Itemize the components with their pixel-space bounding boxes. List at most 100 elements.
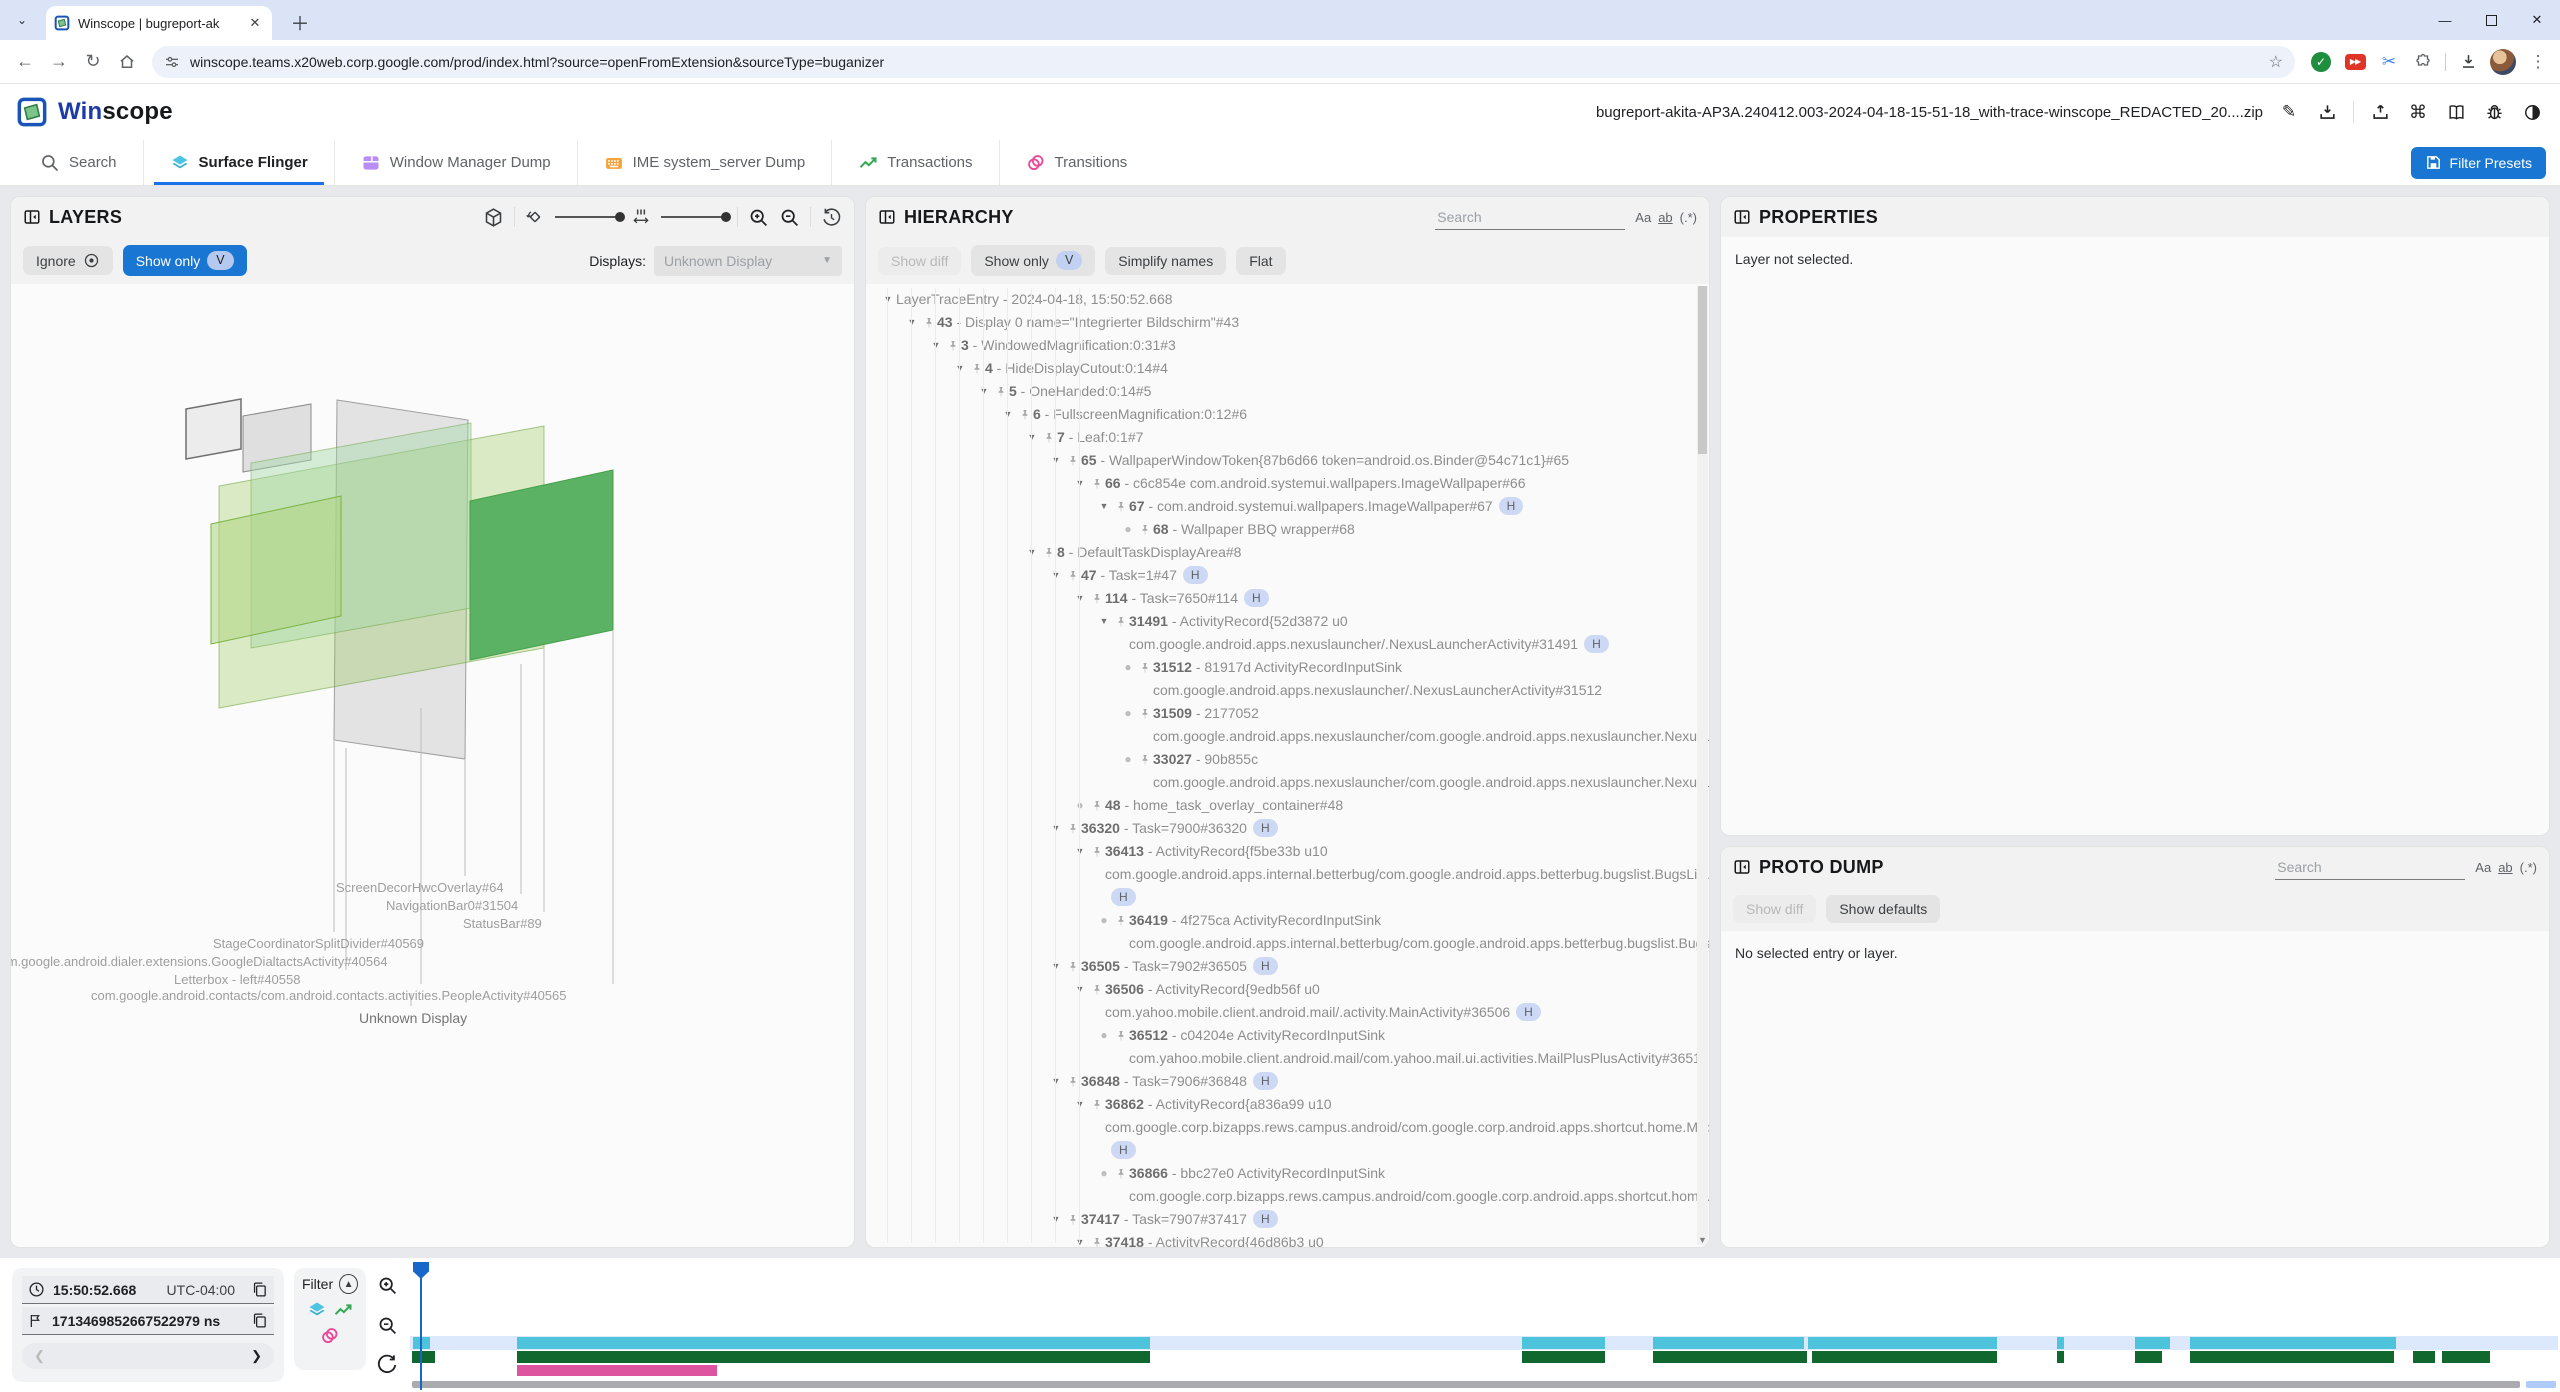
dark-mode-icon[interactable] <box>2520 100 2544 124</box>
tree-row[interactable]: ▼ 65 - WallpaperWindowToken{87b6d66 toke… <box>866 449 1709 472</box>
tree-row[interactable]: ▼ 3 - WindowedMagnification:0:31#3 <box>866 334 1709 357</box>
pin-icon[interactable] <box>1136 748 1153 767</box>
trace-tab-window-manager-dump[interactable]: Window Manager Dump <box>334 140 577 185</box>
show-only-visible-button[interactable]: Show only V <box>971 245 1095 276</box>
trace-tab-transitions[interactable]: Transitions <box>999 140 1154 185</box>
transition-segment[interactable] <box>517 1365 717 1376</box>
leaf-bullet-icon[interactable]: ● <box>1120 518 1136 541</box>
leaf-bullet-icon[interactable]: ● <box>1120 656 1136 679</box>
extension-check-icon[interactable]: ✓ <box>2309 50 2333 74</box>
pin-icon[interactable] <box>1088 840 1105 859</box>
downloads-icon[interactable] <box>2456 50 2480 74</box>
tree-row[interactable]: ▼ 7 - Leaf:0:1#7 <box>866 426 1709 449</box>
regex-icon[interactable]: (.*) <box>1680 210 1697 225</box>
transactions-trace-segment[interactable] <box>1653 1351 1807 1363</box>
expander-icon[interactable]: ▼ <box>952 357 968 380</box>
documentation-icon[interactable] <box>2444 100 2468 124</box>
tree-row[interactable]: ▼ 47 - Task=1#47H <box>866 564 1709 587</box>
sf-trace-segment[interactable] <box>2135 1337 2170 1349</box>
expander-icon[interactable]: ▼ <box>1096 610 1112 633</box>
transactions-trace-segment[interactable] <box>1522 1351 1605 1363</box>
browser-menu-icon[interactable]: ⋮ <box>2526 50 2550 74</box>
pin-icon[interactable] <box>1112 1024 1129 1043</box>
match-case-icon[interactable]: Aa <box>2475 860 2491 875</box>
tree-row[interactable]: ▼ 36505 - Task=7902#36505H <box>866 955 1709 978</box>
expander-icon[interactable]: ▼ <box>1072 587 1088 610</box>
trace-tab-ime-system-server-dump[interactable]: IME system_server Dump <box>577 140 832 185</box>
displays-dropdown[interactable]: Unknown Display ▼ <box>654 246 842 276</box>
expander-icon[interactable]: ▼ <box>1048 564 1064 587</box>
tree-row[interactable]: ▼ 66 - c6c854e com.android.systemui.wall… <box>866 472 1709 495</box>
timeline-track-area[interactable]: ▲ <box>410 1262 2558 1392</box>
proto-search-input[interactable] <box>2275 855 2465 880</box>
leaf-bullet-icon[interactable]: ● <box>1120 702 1136 725</box>
transactions-trace-segment[interactable] <box>2413 1351 2435 1363</box>
pin-icon[interactable] <box>1112 1162 1129 1181</box>
expander-icon[interactable]: ▼ <box>976 380 992 403</box>
transactions-trace-segment[interactable] <box>2057 1351 2064 1363</box>
leaf-bullet-icon[interactable]: ● <box>1096 909 1112 932</box>
shortcuts-icon[interactable]: ⌘ <box>2406 100 2430 124</box>
sf-trace-segment[interactable] <box>1522 1337 1605 1349</box>
timeline-zoom-out-icon[interactable] <box>374 1312 400 1338</box>
flat-button[interactable]: Flat <box>1236 247 1285 275</box>
expander-icon[interactable]: ▼ <box>904 311 920 334</box>
tree-row[interactable]: ▼ 31491 - ActivityRecord{52d3872 u0 com.… <box>866 610 1709 656</box>
rotation-slider[interactable] <box>555 216 621 218</box>
timeline-scrollbar[interactable] <box>412 1381 2520 1388</box>
tree-row[interactable]: ▼ 43 - Display 0 name="Integrierter Bild… <box>866 311 1709 334</box>
expander-icon[interactable]: ▼ <box>1072 1231 1088 1247</box>
pin-icon[interactable] <box>1136 702 1153 721</box>
sf-trace-segment[interactable] <box>517 1337 1150 1349</box>
expander-icon[interactable]: ▼ <box>1048 449 1064 472</box>
sf-trace-segment[interactable] <box>2057 1337 2064 1349</box>
profile-avatar[interactable] <box>2490 49 2516 75</box>
maximize-button[interactable] <box>2468 0 2514 40</box>
tree-row[interactable]: ▼ 36413 - ActivityRecord{f5be33b u10 com… <box>866 840 1709 909</box>
extension-red-icon[interactable]: ▶▶ <box>2343 50 2367 74</box>
new-tab-button[interactable]: ＋ <box>286 8 314 36</box>
pin-icon[interactable] <box>1088 472 1105 491</box>
tree-row[interactable]: ● 36512 - c04204e ActivityRecordInputSin… <box>866 1024 1709 1070</box>
pin-icon[interactable] <box>1136 656 1153 675</box>
tree-row[interactable]: ▼ 5 - OneHanded:0:14#5 <box>866 380 1709 403</box>
tree-row[interactable]: ● 36866 - bbc27e0 ActivityRecordInputSin… <box>866 1162 1709 1208</box>
expander-icon[interactable]: ▼ <box>880 288 896 311</box>
timeline-reset-zoom-icon[interactable] <box>374 1352 400 1378</box>
report-bug-icon[interactable] <box>2482 100 2506 124</box>
collapse-panel-icon[interactable] <box>878 208 896 226</box>
timeline-cursor-marker[interactable] <box>413 1262 429 1279</box>
home-icon[interactable] <box>112 47 142 77</box>
ns-time-row[interactable]: 1713469852667522979 ns <box>22 1307 274 1335</box>
tree-row[interactable]: ● 31509 - 2177052 com.google.android.app… <box>866 702 1709 748</box>
view-3d-icon[interactable] <box>483 207 504 228</box>
expander-icon[interactable]: ▼ <box>1000 403 1016 426</box>
tree-row[interactable]: ▼ 114 - Task=7650#114H <box>866 587 1709 610</box>
forward-icon[interactable]: → <box>44 47 74 77</box>
tree-row[interactable]: ▼ 37417 - Task=7907#37417H <box>866 1208 1709 1231</box>
tree-row[interactable]: ▼ 36320 - Task=7900#36320H <box>866 817 1709 840</box>
url-text[interactable]: winscope.teams.x20web.corp.google.com/pr… <box>190 54 2259 70</box>
spacing-slider[interactable] <box>661 216 727 218</box>
tree-row[interactable]: ▼ 67 - com.android.systemui.wallpapers.I… <box>866 495 1709 518</box>
tree-row[interactable]: ▼ LayerTraceEntry - 2024-04-18, 15:50:52… <box>866 288 1709 311</box>
close-window-button[interactable]: ✕ <box>2514 0 2560 40</box>
tree-row[interactable]: ▼ 36506 - ActivityRecord{9edb56f u0 com.… <box>866 978 1709 1024</box>
transactions-trace-segment[interactable] <box>2190 1351 2394 1363</box>
expander-icon[interactable]: ▼ <box>1024 541 1040 564</box>
collapse-panel-icon[interactable] <box>1733 208 1751 226</box>
copy-ns-icon[interactable] <box>251 1312 268 1329</box>
collapse-panel-icon[interactable] <box>23 208 41 226</box>
tree-row[interactable]: ● 31512 - 81917d ActivityRecordInputSink… <box>866 656 1709 702</box>
upload-icon[interactable] <box>2368 100 2392 124</box>
leaf-bullet-icon[interactable]: ● <box>1120 748 1136 771</box>
transactions-trace-segment[interactable] <box>517 1351 1150 1363</box>
tab-list-chevron-icon[interactable]: ⌄ <box>8 6 36 34</box>
tree-row[interactable]: ▼ 36862 - ActivityRecord{a836a99 u10 com… <box>866 1093 1709 1162</box>
leaf-bullet-icon[interactable]: ● <box>1072 794 1088 817</box>
show-defaults-button[interactable]: Show defaults <box>1826 895 1940 923</box>
pin-icon[interactable] <box>1088 1231 1105 1247</box>
pin-icon[interactable] <box>1112 610 1129 629</box>
pin-icon[interactable] <box>1088 1093 1105 1112</box>
expander-icon[interactable]: ▼ <box>1096 495 1112 518</box>
